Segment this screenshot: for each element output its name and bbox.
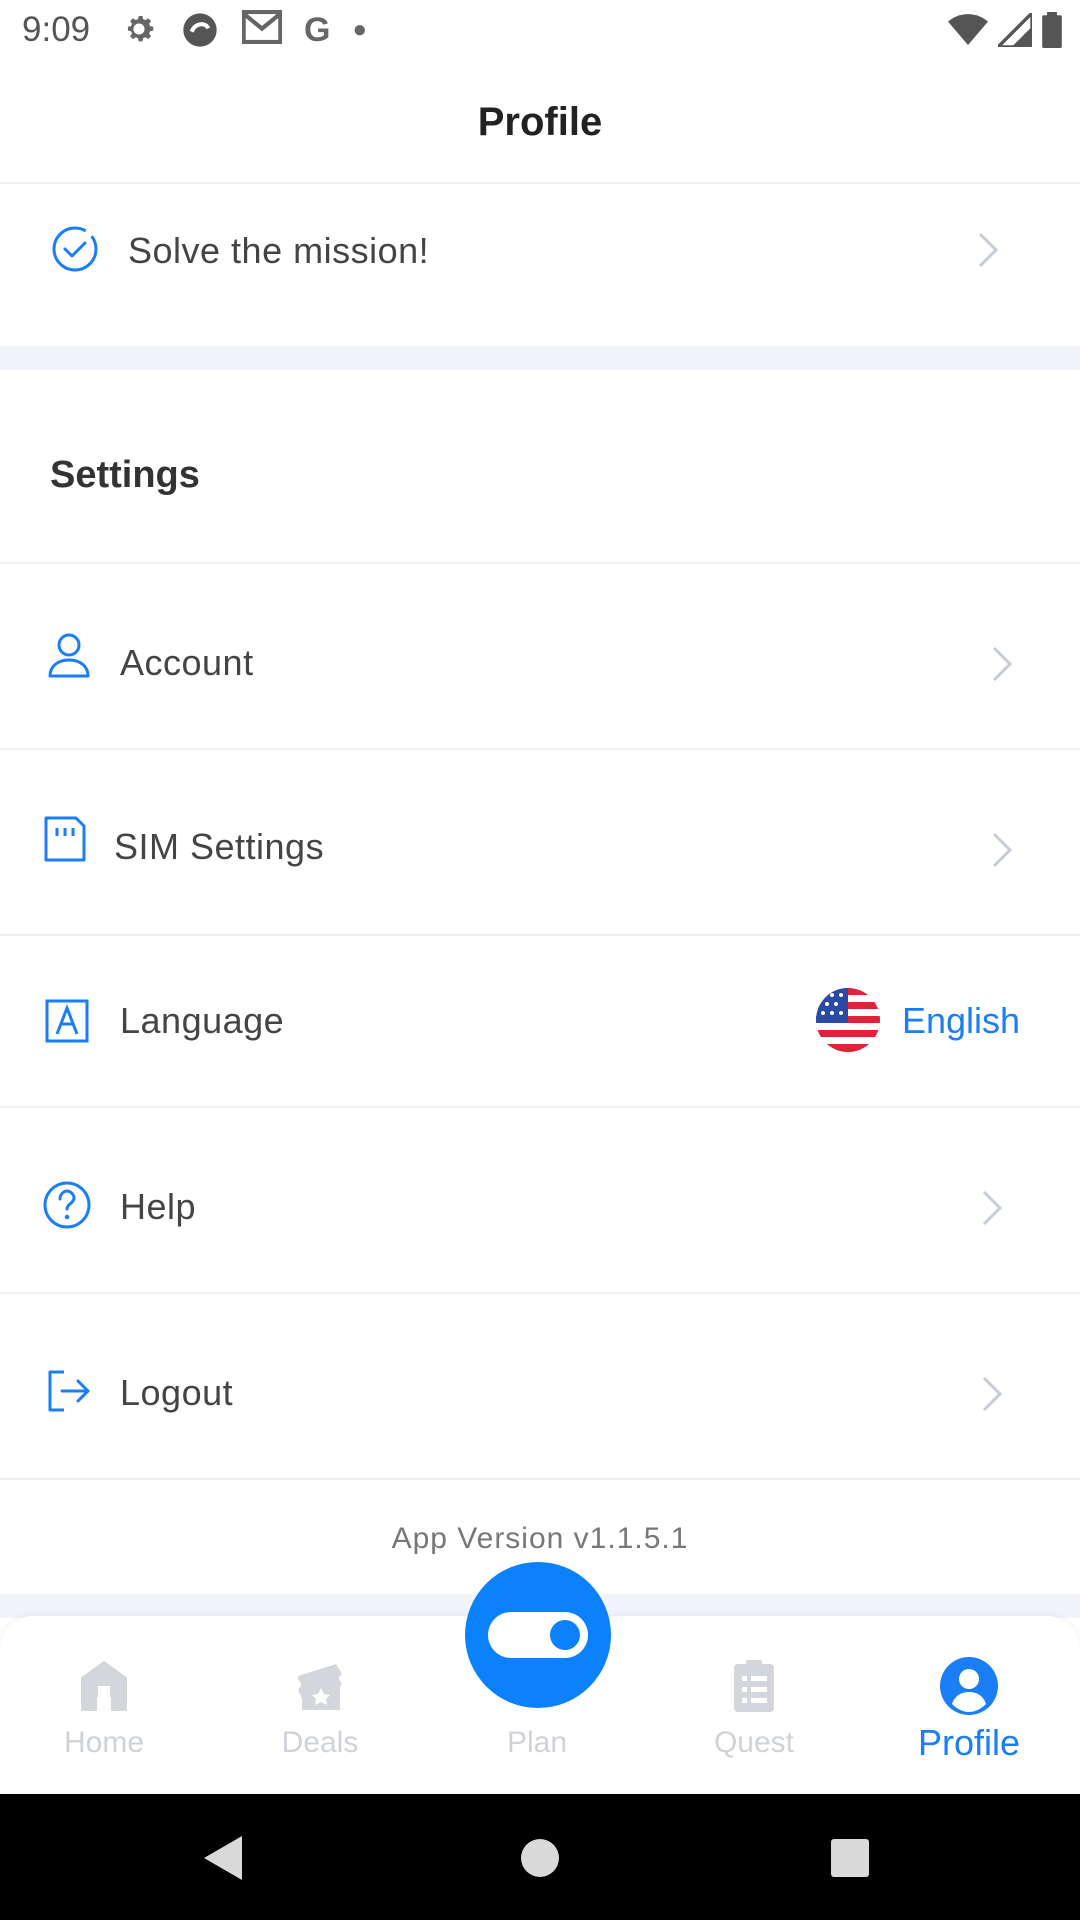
chevron-right-icon [992, 646, 1013, 682]
help-icon [43, 1181, 91, 1229]
nav-deals[interactable]: Deals [220, 1616, 420, 1794]
logout-icon [48, 1370, 90, 1412]
settings-header: Settings [0, 370, 1080, 564]
system-nav-bar [0, 1794, 1080, 1920]
home-icon [81, 1661, 127, 1711]
chevron-right-icon [992, 832, 1013, 868]
sim-card-icon [44, 816, 86, 862]
account-label: Account [120, 642, 254, 683]
nav-home[interactable]: Home [4, 1616, 204, 1794]
settings-item-account[interactable]: Account [0, 564, 1080, 750]
gear-icon [120, 10, 158, 50]
mission-row[interactable]: Solve the mission! [0, 184, 1080, 344]
user-icon [48, 633, 90, 678]
language-value[interactable]: English [902, 1000, 1020, 1042]
nav-deals-label: Deals [281, 1726, 359, 1759]
app-version: App Version v1.1.5.1 [391, 1522, 689, 1555]
data-saver-icon [180, 10, 220, 50]
settings-item-help[interactable]: Help [0, 1108, 1080, 1294]
checklist-icon [734, 1660, 774, 1712]
nav-plan-label: Plan [506, 1726, 568, 1759]
settings-item-sim[interactable]: SIM Settings [0, 750, 1080, 936]
dot-icon: ● [352, 16, 367, 43]
wifi-icon [948, 14, 988, 45]
page-title: Profile [477, 100, 603, 144]
ticket-icon [298, 1664, 342, 1710]
mission-label: Solve the mission! [128, 230, 430, 271]
language-label: Language [120, 1000, 285, 1041]
nav-quest-label: Quest [713, 1726, 795, 1759]
settings-item-logout[interactable]: Logout [0, 1294, 1080, 1480]
chevron-right-icon [978, 232, 999, 268]
plan-button[interactable] [465, 1562, 611, 1708]
profile-icon [940, 1657, 998, 1715]
app-header: Profile [0, 64, 1080, 184]
google-icon: G [304, 11, 331, 49]
signal-icon [998, 13, 1032, 47]
toggle-icon [488, 1612, 588, 1658]
chevron-right-icon [982, 1190, 1003, 1226]
status-icons: G ● [120, 9, 367, 50]
recents-icon[interactable] [830, 1838, 870, 1878]
status-bar: 9:09 G ● [0, 0, 1080, 64]
help-label: Help [120, 1186, 197, 1227]
status-right-icons [948, 12, 1062, 48]
settings-title: Settings [50, 454, 200, 496]
settings-item-language[interactable]: Language English [0, 936, 1080, 1108]
nav-quest[interactable]: Quest [654, 1616, 854, 1794]
chevron-right-icon [982, 1376, 1003, 1412]
us-flag-icon [816, 988, 880, 1052]
status-time: 9:09 [22, 10, 91, 49]
home-circle-icon[interactable] [520, 1838, 560, 1878]
nav-profile-label: Profile [917, 1722, 1021, 1763]
check-circle-icon [52, 226, 98, 272]
language-icon [45, 999, 89, 1043]
logout-label: Logout [120, 1372, 234, 1413]
gmail-icon [241, 9, 283, 50]
nav-home-label: Home [63, 1726, 145, 1759]
section-divider [0, 346, 1080, 370]
sim-settings-label: SIM Settings [114, 826, 325, 867]
back-icon[interactable] [204, 1836, 244, 1880]
battery-icon [1042, 12, 1062, 48]
nav-profile[interactable]: Profile [869, 1616, 1069, 1794]
